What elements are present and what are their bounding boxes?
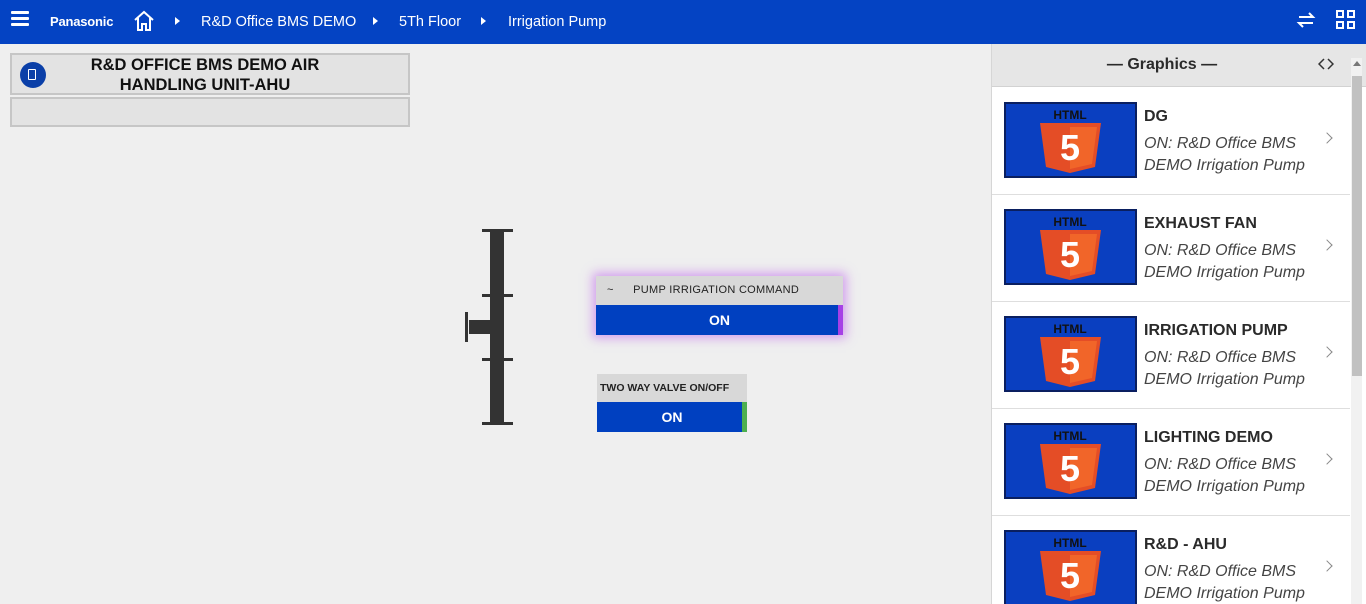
svg-text:HTML: HTML [1053, 215, 1086, 229]
breadcrumb-separator-icon [481, 17, 486, 25]
graphics-item[interactable]: HTML 5 R&D - AHU ON: R&D Office BMS DEMO Ir… [992, 516, 1350, 604]
wave-icon: ~ [607, 284, 614, 296]
svg-text:5: 5 [1060, 127, 1080, 168]
breadcrumb-bms-demo[interactable]: R&D Office BMS DEMO [201, 14, 356, 30]
graphics-item-name: EXHAUST FAN [1144, 215, 1257, 232]
svg-text:5: 5 [1060, 341, 1080, 382]
scroll-thumb[interactable] [1352, 76, 1362, 376]
svg-text:5: 5 [1060, 555, 1080, 596]
svg-text:HTML: HTML [1053, 108, 1086, 122]
graphics-item-description: ON: R&D Office BMS DEMO Irrigation Pump [1144, 135, 1305, 174]
info-button[interactable] [20, 62, 46, 88]
valve-status-accent [742, 402, 747, 432]
graphics-item-name: R&D - AHU [1144, 536, 1227, 553]
graphics-item-name: DG [1144, 108, 1168, 125]
breadcrumb-5th-floor[interactable]: 5Th Floor [399, 14, 461, 30]
swap-icon[interactable] [1295, 10, 1317, 30]
two-way-valve-label: TWO WAY VALVE ON/OFF [597, 374, 747, 402]
brand-logo: Panasonic [50, 14, 114, 29]
chevron-right-icon[interactable] [1321, 560, 1333, 572]
chevron-right-icon[interactable] [1321, 346, 1333, 358]
svg-text:5: 5 [1060, 234, 1080, 275]
top-bar: Panasonic R&D Office BMS DEMO 5Th Floor … [0, 0, 1366, 44]
html5-logo-icon: HTML 5 [1004, 316, 1137, 392]
html5-logo-icon: HTML 5 [1004, 102, 1137, 178]
unit-title: R&D OFFICE BMS DEMO AIR HANDLING UNIT-AH… [52, 55, 358, 94]
collapse-code-icon[interactable] [1318, 57, 1334, 71]
graphics-item[interactable]: HTML 5 IRRIGATION PUMP ON: R&D Office BMS D… [992, 302, 1350, 409]
graphics-item-description: ON: R&D Office BMS DEMO Irrigation Pump [1144, 349, 1305, 388]
graphics-item[interactable]: HTML 5 DG ON: R&D Office BMS DEMO Irrigatio… [992, 88, 1350, 195]
html5-logo-icon: HTML 5 [1004, 530, 1137, 604]
html5-logo-icon: HTML 5 [1004, 423, 1137, 499]
pump-irrigation-command-value[interactable]: ON [596, 305, 843, 335]
pump-irrigation-command-card: ~ PUMP IRRIGATION COMMAND ON [596, 276, 843, 335]
grid-view-icon[interactable] [1336, 10, 1356, 30]
breadcrumb-separator-icon [373, 17, 378, 25]
two-way-valve-value[interactable]: ON [597, 402, 747, 432]
scroll-up-arrow-icon[interactable] [1353, 61, 1361, 66]
chevron-right-icon[interactable] [1321, 132, 1333, 144]
panel-scrollbar[interactable] [1351, 58, 1362, 604]
chevron-right-icon[interactable] [1321, 453, 1333, 465]
graphics-panel: — Graphics — HTML 5 DG ON: R&D Office BMS D… [991, 44, 1366, 604]
graphics-item[interactable]: HTML 5 LIGHTING DEMO ON: R&D Office BMS DEM… [992, 409, 1350, 516]
pump-irrigation-command-value-text: ON [709, 312, 730, 328]
unit-title-line2: HANDLING UNIT-AHU [119, 76, 291, 94]
unit-subtitle-box [10, 97, 410, 127]
graphics-item-name: IRRIGATION PUMP [1144, 322, 1288, 339]
graphics-item-name: LIGHTING DEMO [1144, 429, 1273, 446]
home-icon[interactable] [132, 9, 156, 33]
two-way-valve-card: TWO WAY VALVE ON/OFF ON [597, 374, 747, 432]
breadcrumb-irrigation-pump[interactable]: Irrigation Pump [508, 14, 606, 30]
svg-text:HTML: HTML [1053, 429, 1086, 443]
pump-irrigation-command-label: PUMP IRRIGATION COMMAND [633, 284, 800, 296]
graphics-item[interactable]: HTML 5 EXHAUST FAN ON: R&D Office BMS DEMO … [992, 195, 1350, 302]
graphics-item-description: ON: R&D Office BMS DEMO Irrigation Pump [1144, 242, 1305, 281]
breadcrumb-separator-icon [175, 17, 180, 25]
two-way-valve-value-text: ON [661, 409, 683, 425]
graphics-panel-header: — Graphics — [992, 44, 1366, 87]
unit-title-box: R&D OFFICE BMS DEMO AIR HANDLING UNIT-AH… [10, 53, 410, 95]
graphics-item-description: ON: R&D Office BMS DEMO Irrigation Pump [1144, 563, 1305, 602]
graphics-panel-title: — Graphics — [1106, 56, 1218, 73]
graphics-item-description: ON: R&D Office BMS DEMO Irrigation Pump [1144, 456, 1305, 495]
hamburger-menu-icon[interactable] [11, 11, 29, 27]
unit-title-line1: R&D OFFICE BMS DEMO AIR [90, 56, 320, 74]
html5-logo-icon: HTML 5 [1004, 209, 1137, 285]
svg-text:HTML: HTML [1053, 322, 1086, 336]
pump-irrigation-command-header: ~ PUMP IRRIGATION COMMAND [596, 276, 843, 305]
svg-text:HTML: HTML [1053, 536, 1086, 550]
chevron-right-icon[interactable] [1321, 239, 1333, 251]
svg-text:5: 5 [1060, 448, 1080, 489]
pump-status-accent [838, 305, 843, 335]
